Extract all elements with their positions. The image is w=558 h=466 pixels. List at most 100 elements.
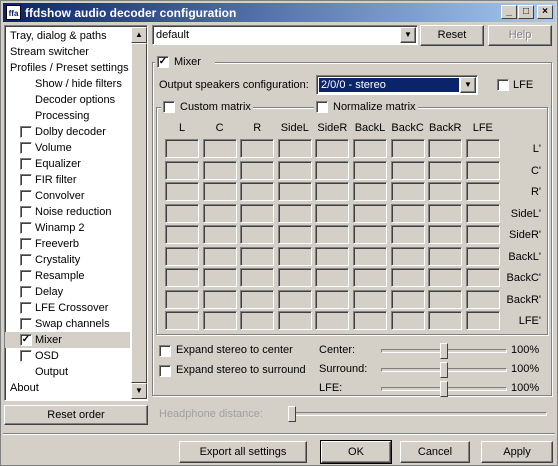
tree-item-checkbox[interactable] [20, 350, 32, 362]
ok-button[interactable]: OK [320, 440, 392, 464]
expand-surround-checkbox[interactable] [159, 365, 171, 377]
matrix-cell[interactable] [202, 246, 237, 266]
matrix-cell[interactable] [428, 182, 463, 201]
matrix-cell[interactable] [428, 160, 463, 180]
matrix-cell[interactable] [315, 160, 350, 180]
matrix-cell[interactable] [428, 289, 463, 309]
matrix-cell[interactable] [202, 203, 237, 223]
output-config-select[interactable]: 2/0/0 - stereo ▼ [316, 75, 478, 95]
matrix-cell[interactable] [202, 160, 237, 180]
matrix-cell[interactable] [240, 182, 275, 201]
scroll-up-arrow-icon[interactable]: ▲ [131, 27, 147, 43]
matrix-cell[interactable] [353, 311, 387, 330]
matrix-cell[interactable] [165, 160, 199, 180]
tree-item[interactable]: Show / hide filters [5, 76, 130, 92]
matrix-cell[interactable] [277, 268, 312, 287]
custom-matrix-checkbox[interactable] [163, 101, 175, 113]
matrix-cell[interactable] [202, 311, 237, 330]
matrix-cell[interactable] [277, 246, 312, 266]
matrix-cell[interactable] [165, 225, 199, 244]
tree-item-checkbox[interactable] [20, 270, 32, 282]
matrix-cell[interactable] [315, 268, 350, 287]
tree-item[interactable]: Output [5, 364, 130, 380]
matrix-cell[interactable] [202, 182, 237, 201]
tree-item-checkbox[interactable] [20, 254, 32, 266]
matrix-cell[interactable] [390, 139, 425, 158]
matrix-cell[interactable] [165, 268, 199, 287]
headphone-slider-track[interactable] [289, 412, 547, 416]
matrix-cell[interactable] [240, 246, 275, 266]
matrix-cell[interactable] [315, 225, 350, 244]
matrix-cell[interactable] [353, 268, 387, 287]
tree-item-checkbox[interactable] [20, 238, 32, 250]
slider-thumb[interactable] [440, 381, 448, 397]
tree-item[interactable]: Equalizer [5, 156, 130, 172]
scrollbar-thumb[interactable] [131, 43, 147, 383]
tree-item[interactable]: ✓ Mixer [5, 332, 130, 348]
matrix-cell[interactable] [315, 246, 350, 266]
tree-item[interactable]: Dolby decoder [5, 124, 130, 140]
matrix-cell[interactable] [428, 246, 463, 266]
tree-scrollbar[interactable]: ▲ ▼ [131, 27, 147, 399]
tree-item-checkbox[interactable] [20, 142, 32, 154]
tree-item[interactable]: LFE Crossover [5, 300, 130, 316]
matrix-cell[interactable] [315, 311, 350, 330]
matrix-cell[interactable] [390, 289, 425, 309]
tree-item[interactable]: Resample [5, 268, 130, 284]
matrix-cell[interactable] [240, 203, 275, 223]
tree-item-checkbox[interactable]: ✓ [20, 334, 32, 346]
matrix-cell[interactable] [202, 139, 237, 158]
tree-item[interactable]: Processing [5, 108, 130, 124]
tree-item-checkbox[interactable] [20, 286, 32, 298]
matrix-cell[interactable] [165, 246, 199, 266]
tree-item[interactable]: Freeverb [5, 236, 130, 252]
tree-item[interactable]: Noise reduction [5, 204, 130, 220]
matrix-cell[interactable] [390, 225, 425, 244]
matrix-cell[interactable] [428, 203, 463, 223]
matrix-cell[interactable] [428, 268, 463, 287]
matrix-cell[interactable] [277, 182, 312, 201]
matrix-cell[interactable] [353, 289, 387, 309]
maximize-button[interactable]: □ [518, 5, 534, 19]
tree-item[interactable]: FIR filter [5, 172, 130, 188]
matrix-cell[interactable] [390, 311, 425, 330]
expand-center-checkbox[interactable] [159, 345, 171, 357]
matrix-cell[interactable] [353, 203, 387, 223]
scroll-down-arrow-icon[interactable]: ▼ [131, 383, 147, 399]
matrix-cell[interactable] [277, 203, 312, 223]
lfe-checkbox[interactable] [497, 79, 509, 91]
tree-item[interactable]: Decoder options [5, 92, 130, 108]
matrix-cell[interactable] [277, 160, 312, 180]
matrix-cell[interactable] [277, 289, 312, 309]
matrix-cell[interactable] [165, 139, 199, 158]
tree-item[interactable]: Delay [5, 284, 130, 300]
tree-item-checkbox[interactable] [20, 158, 32, 170]
normalize-matrix-checkbox[interactable] [316, 101, 328, 113]
matrix-cell[interactable] [202, 289, 237, 309]
matrix-cell[interactable] [390, 246, 425, 266]
export-all-settings-button[interactable]: Export all settings [179, 441, 307, 463]
matrix-cell[interactable] [315, 182, 350, 201]
cancel-button[interactable]: Cancel [400, 441, 470, 463]
tree-item[interactable]: Convolver [5, 188, 130, 204]
tree-item-checkbox[interactable] [20, 206, 32, 218]
slider-thumb[interactable] [440, 343, 448, 359]
tree-item[interactable]: Swap channels [5, 316, 130, 332]
matrix-cell[interactable] [165, 311, 199, 330]
matrix-cell[interactable] [428, 311, 463, 330]
matrix-cell[interactable] [390, 203, 425, 223]
minimize-button[interactable]: _ [501, 5, 517, 19]
tree-item[interactable]: Winamp 2 [5, 220, 130, 236]
apply-button[interactable]: Apply [481, 441, 553, 463]
matrix-cell[interactable] [240, 311, 275, 330]
chevron-down-icon[interactable]: ▼ [400, 27, 416, 43]
matrix-cell[interactable] [277, 225, 312, 244]
matrix-cell[interactable] [165, 289, 199, 309]
matrix-cell[interactable] [390, 182, 425, 201]
tree-item[interactable]: Volume [5, 140, 130, 156]
headphone-slider-thumb[interactable] [288, 406, 296, 422]
tree-item[interactable]: Crystality [5, 252, 130, 268]
matrix-cell[interactable] [277, 139, 312, 158]
tree-item-checkbox[interactable] [20, 302, 32, 314]
tree-item-checkbox[interactable] [20, 190, 32, 202]
